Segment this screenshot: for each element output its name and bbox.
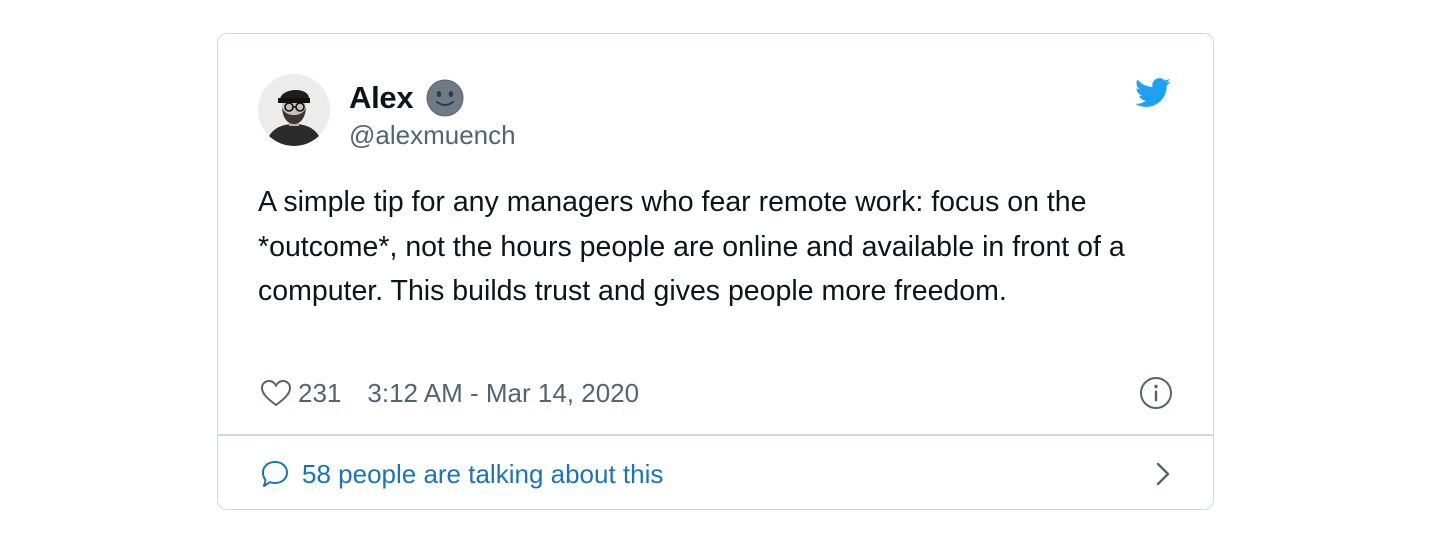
like-count: 231 [298, 377, 342, 408]
conversation-label[interactable]: 58 people are talking about this [302, 459, 663, 490]
like-button[interactable]: 231 [260, 378, 341, 409]
tweet-text: A simple tip for any managers who fear r… [258, 186, 1125, 307]
speech-bubble-icon [262, 461, 288, 487]
tweet-card: Alex @alexmuench A simple tip for any ma… [217, 33, 1214, 510]
avatar[interactable] [258, 74, 330, 146]
heart-icon [260, 379, 292, 407]
slightly-smiling-face-icon [426, 79, 464, 117]
divider [218, 434, 1213, 436]
author-name-row[interactable]: Alex [349, 78, 465, 118]
twitter-bird-icon[interactable] [1135, 78, 1171, 108]
tweet-timestamp[interactable]: 3:12 AM - Mar 14, 2020 [367, 378, 639, 409]
tweet-meta-row: 231 3:12 AM - Mar 14, 2020 [260, 374, 1173, 412]
author-display-name[interactable]: Alex [349, 80, 414, 116]
conversation-link[interactable]: 58 people are talking about this [260, 454, 1173, 494]
chevron-right-icon[interactable] [1153, 460, 1173, 488]
info-icon[interactable] [1139, 376, 1173, 410]
avatar-photo [258, 74, 330, 146]
author-handle[interactable]: @alexmuench [349, 120, 516, 151]
